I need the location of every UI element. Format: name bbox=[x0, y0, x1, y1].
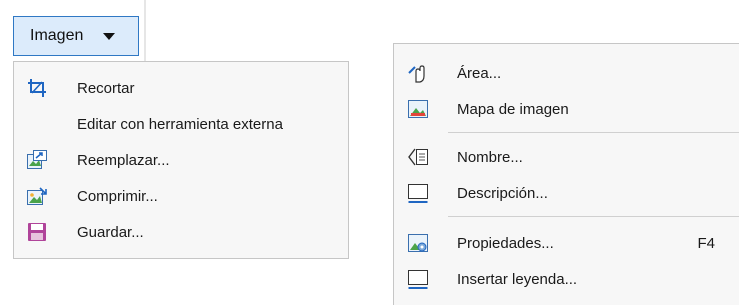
menu-item-label: Guardar... bbox=[77, 223, 144, 241]
menu-item-area[interactable]: Área... bbox=[394, 57, 739, 89]
menu-item-label: Área... bbox=[457, 64, 502, 82]
menu-item-label: Descripción... bbox=[457, 184, 548, 202]
menu-item-label: Propiedades... bbox=[457, 234, 554, 252]
menu-item-label: Mapa de imagen bbox=[457, 100, 569, 118]
chevron-down-icon bbox=[103, 32, 116, 40]
image-context-menu: Área... Mapa de imagen Nombre... Descrip… bbox=[393, 43, 739, 305]
menu-item-nombre[interactable]: Nombre... bbox=[394, 141, 739, 173]
menu-item-label: Reemplazar... bbox=[77, 151, 170, 169]
save-icon bbox=[26, 221, 48, 243]
menu-separator bbox=[448, 132, 739, 133]
imagen-dropdown-menu: Recortar Editar con herramienta externa … bbox=[13, 61, 349, 259]
menu-item-mapa-imagen[interactable]: Mapa de imagen bbox=[394, 93, 739, 125]
shortcut-label: F4 bbox=[697, 234, 715, 252]
replace-image-icon bbox=[26, 149, 48, 171]
image-map-icon bbox=[407, 98, 429, 120]
compress-image-icon bbox=[26, 185, 48, 207]
menu-item-label: Recortar bbox=[77, 79, 135, 97]
menu-separator bbox=[448, 216, 739, 217]
imagen-button-label: Imagen bbox=[30, 27, 84, 44]
menu-item-label: Insertar leyenda... bbox=[457, 270, 578, 288]
properties-icon bbox=[407, 232, 429, 254]
crop-icon bbox=[26, 77, 48, 99]
menu-item-propiedades[interactable]: Propiedades... F4 bbox=[394, 227, 739, 259]
menu-item-editar-externa[interactable]: Editar con herramienta externa bbox=[14, 108, 348, 140]
menu-item-recortar[interactable]: Recortar bbox=[14, 72, 348, 104]
area-hand-icon bbox=[407, 62, 429, 84]
menu-item-descripcion[interactable]: Descripción... bbox=[394, 177, 739, 209]
menu-item-label: Comprimir... bbox=[77, 187, 158, 205]
imagen-menu-button[interactable]: Imagen bbox=[13, 16, 139, 56]
menu-item-insertar-leyenda[interactable]: Insertar leyenda... bbox=[394, 263, 739, 295]
name-icon bbox=[407, 146, 429, 168]
menu-item-label: Editar con herramienta externa bbox=[77, 115, 283, 133]
description-icon bbox=[407, 182, 429, 204]
menu-item-label: Nombre... bbox=[457, 148, 523, 166]
toolbar-separator bbox=[144, 0, 146, 70]
menu-item-comprimir[interactable]: Comprimir... bbox=[14, 180, 348, 212]
menu-item-guardar[interactable]: Guardar... bbox=[14, 216, 348, 248]
insert-caption-icon bbox=[407, 268, 429, 290]
menu-item-reemplazar[interactable]: Reemplazar... bbox=[14, 144, 348, 176]
